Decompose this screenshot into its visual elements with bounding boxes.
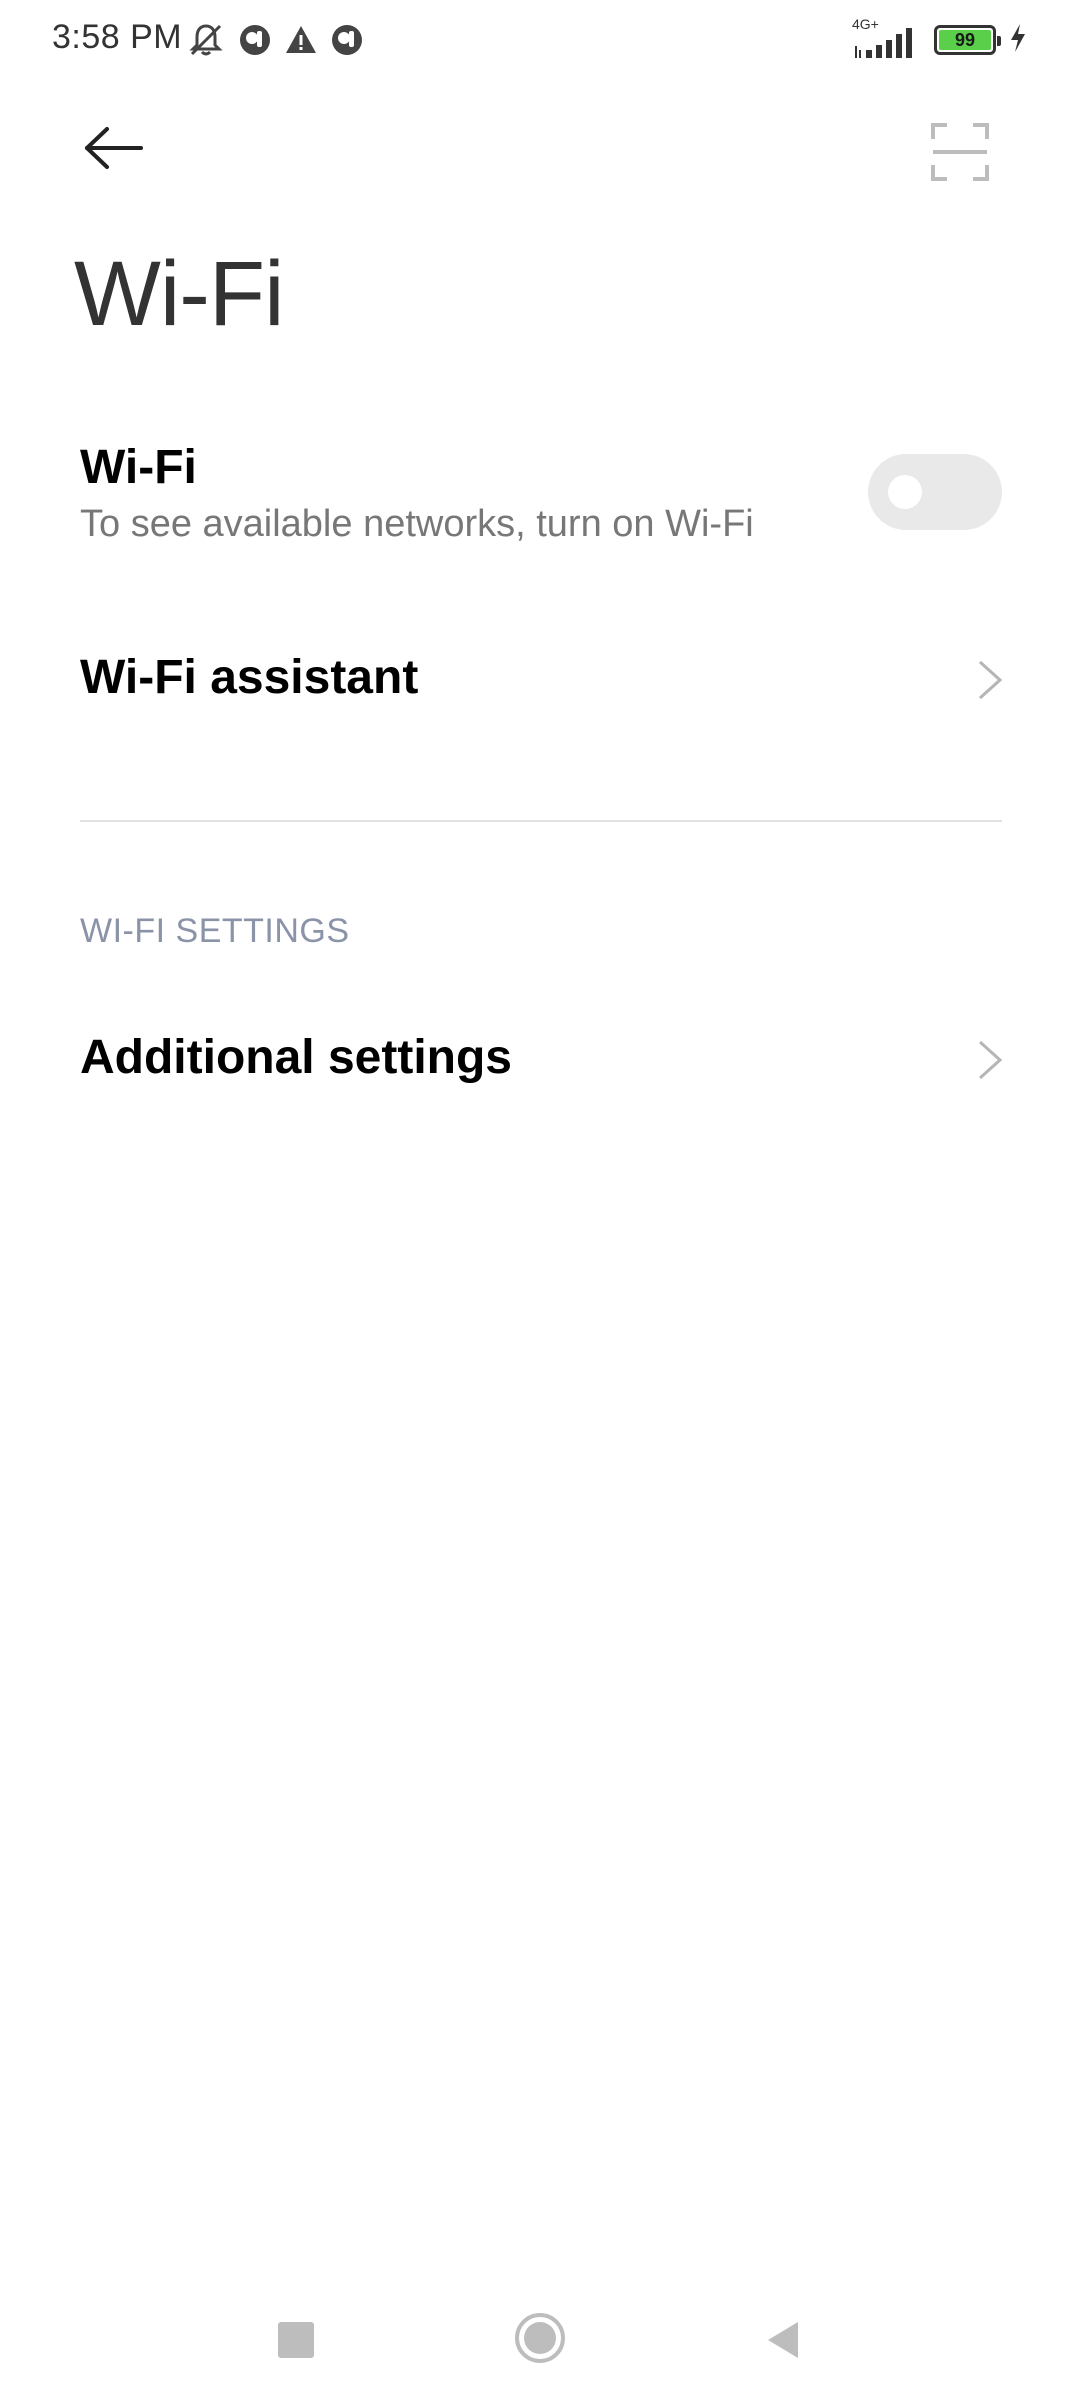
status-time: 3:58 PM	[52, 18, 183, 56]
status-left-icons	[186, 20, 364, 65]
chevron-right-icon	[978, 1040, 1003, 1080]
charging-bolt-icon	[1008, 22, 1028, 59]
battery-indicator: 99	[934, 25, 1001, 55]
wifi-toggle-subtitle: To see available networks, turn on Wi-Fi	[80, 503, 754, 545]
battery-level: 99	[954, 29, 976, 50]
toggle-knob	[888, 475, 922, 509]
warning-icon	[284, 23, 318, 62]
app-notification-icon	[330, 23, 364, 62]
app-notification-icon	[238, 23, 272, 62]
wifi-assistant-row[interactable]: Wi-Fi assistant	[80, 650, 1002, 705]
scan-qr-button[interactable]	[924, 116, 996, 188]
back-button[interactable]	[78, 118, 150, 178]
additional-settings-row[interactable]: Additional settings	[80, 1030, 1002, 1085]
status-bar: 3:58 PM 4G+ 99	[0, 0, 1080, 84]
wifi-toggle-row[interactable]: Wi-Fi To see available networks, turn on…	[80, 440, 1002, 546]
battery-cap	[997, 36, 1001, 46]
wifi-assistant-title: Wi-Fi assistant	[80, 651, 419, 704]
cellular-signal: 4G+	[852, 16, 922, 60]
circle-home-icon[interactable]	[514, 2312, 566, 2364]
wifi-settings-screen: 3:58 PM 4G+ 99 Wi-Fi Wi-Fi To see availa…	[0, 0, 1080, 2400]
section-header: WI-FI SETTINGS	[80, 912, 350, 950]
square-recent-icon[interactable]	[278, 2322, 314, 2358]
arrow-left-icon	[85, 127, 143, 169]
chevron-right-icon	[978, 660, 1003, 700]
system-nav-bar	[0, 2300, 1080, 2400]
additional-settings-title: Additional settings	[80, 1031, 512, 1084]
triangle-back-icon[interactable]	[764, 2318, 802, 2362]
wifi-toggle-title: Wi-Fi	[80, 441, 197, 494]
page-title: Wi-Fi	[74, 243, 285, 345]
divider	[80, 820, 1002, 822]
status-right-icons: 4G+ 99	[852, 16, 1028, 60]
muted-bell-icon	[186, 20, 226, 65]
scan-frame-icon	[931, 123, 989, 181]
wifi-toggle-switch[interactable]	[868, 454, 1002, 530]
network-type-label: 4G+	[852, 16, 879, 32]
